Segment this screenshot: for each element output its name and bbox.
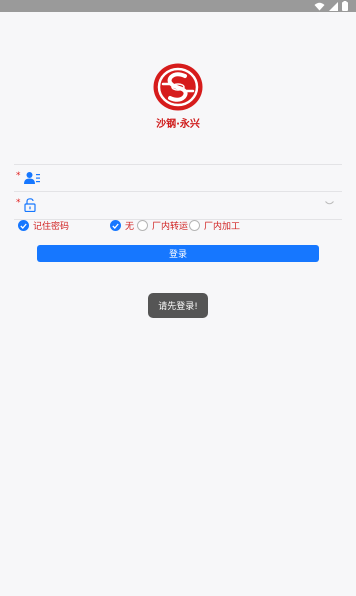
required-mark: * — [16, 198, 21, 208]
mode-option-transfer[interactable]: 厂内转运 — [137, 219, 188, 232]
remember-password-checkbox[interactable]: 记住密码 — [18, 219, 69, 232]
unlock-icon — [24, 198, 36, 212]
mode-option-label: 无 — [125, 222, 135, 232]
mode-option-label: 厂内加工 — [204, 222, 241, 232]
login-button[interactable]: 登录 — [37, 245, 319, 262]
mode-option-label: 厂内转运 — [152, 222, 189, 232]
radio-icon — [137, 220, 148, 231]
wifi-icon — [314, 2, 325, 10]
status-bar — [0, 0, 356, 12]
password-input[interactable] — [48, 196, 318, 216]
signal-icon — [329, 1, 338, 11]
username-field-row: * — [14, 164, 342, 192]
options-row: 记住密码 无 厂内转运 厂内加工 — [18, 219, 338, 233]
radio-icon — [189, 220, 200, 231]
required-mark: * — [16, 171, 21, 181]
password-field-row: * — [14, 192, 342, 220]
remember-password-label: 记住密码 — [33, 222, 70, 232]
battery-icon — [342, 1, 348, 11]
status-icons — [314, 1, 348, 11]
app-name: 沙钢·永兴 — [156, 119, 200, 130]
toast-message: 请先登录! — [148, 293, 208, 318]
mode-option-none[interactable]: 无 — [110, 219, 134, 232]
user-icon — [24, 172, 40, 184]
eye-closed-icon[interactable] — [325, 201, 334, 206]
mode-option-processing[interactable]: 厂内加工 — [189, 219, 240, 232]
check-icon — [18, 220, 29, 231]
brand-logo — [153, 63, 203, 111]
username-input[interactable] — [48, 169, 318, 189]
check-icon — [110, 220, 121, 231]
